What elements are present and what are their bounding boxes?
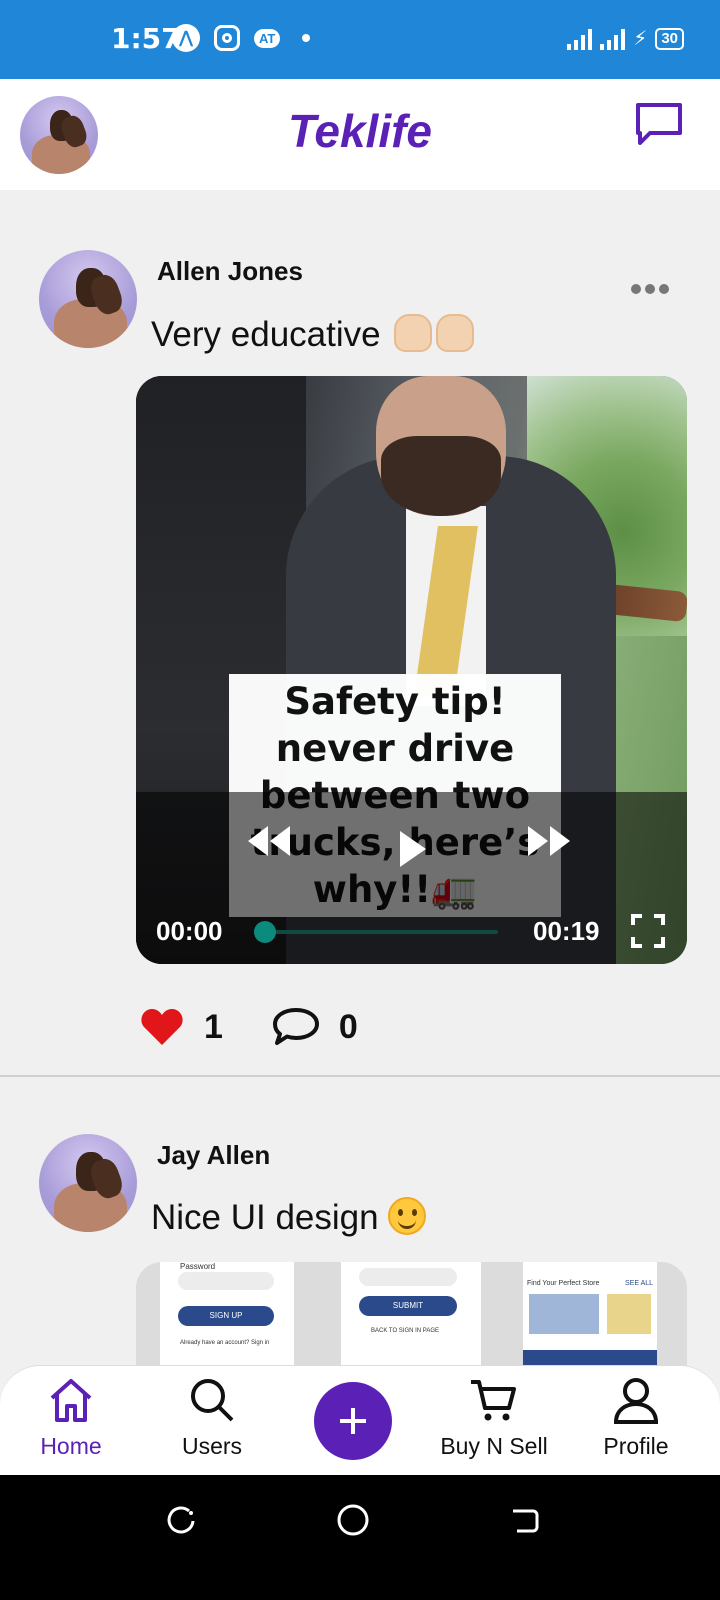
feed: Allen Jones Very educative Safety tip! n…	[0, 190, 720, 1377]
app-notification-icon: ⋀	[172, 24, 200, 52]
cart-icon	[471, 1380, 516, 1421]
video-current-time: 00:00	[156, 916, 223, 946]
preview-button: SIGN UP	[178, 1306, 274, 1326]
post-author[interactable]: Jay Allen	[157, 1140, 270, 1171]
heart-icon[interactable]	[140, 1007, 184, 1047]
video-player[interactable]: Safety tip! never drive between two truc…	[136, 376, 687, 964]
recent-apps-icon[interactable]	[165, 1505, 197, 1537]
thumbs-up-emoji	[390, 314, 475, 354]
nav-label: Buy N Sell	[440, 1433, 548, 1459]
preview-button: SUBMIT	[359, 1296, 457, 1316]
signal-icon-2	[600, 28, 626, 50]
home-icon	[50, 1379, 92, 1422]
post-author[interactable]: Allen Jones	[157, 256, 303, 287]
video-total-time: 00:19	[533, 916, 600, 946]
post-author-avatar[interactable]	[39, 250, 137, 348]
nav-buy-n-sell[interactable]: Buy N Sell	[424, 1376, 564, 1460]
rewind-icon[interactable]	[244, 824, 294, 858]
nav-label: Profile	[603, 1433, 669, 1459]
app-title: Teklife	[287, 105, 433, 157]
charging-icon: ⚡	[633, 28, 648, 50]
status-bar: 1:57 ⋀ AT ⚡ 30	[0, 0, 720, 79]
video-progress-handle[interactable]	[254, 921, 276, 943]
status-time: 1:57	[111, 22, 181, 55]
preview-text: Already have an account? Sign in	[180, 1340, 270, 1346]
post-actions: 1 0	[140, 1006, 358, 1048]
post-text: Nice UI design	[151, 1197, 427, 1238]
notification-badge-icon: AT	[254, 28, 281, 48]
system-navigation-bar	[0, 1475, 720, 1600]
post-text-body: Very educative	[151, 315, 381, 354]
more-options-icon[interactable]	[631, 284, 669, 294]
fullscreen-icon[interactable]	[631, 914, 665, 948]
post-author-avatar[interactable]	[39, 1134, 137, 1232]
preview-text: BACK TO SIGN IN PAGE	[371, 1328, 440, 1334]
more-notifications-dot-icon	[302, 34, 311, 42]
play-icon[interactable]	[398, 829, 428, 869]
search-icon	[191, 1379, 234, 1422]
person-icon	[613, 1378, 659, 1424]
nav-profile[interactable]: Profile	[566, 1376, 706, 1460]
nav-home[interactable]: Home	[1, 1376, 141, 1460]
nav-users[interactable]: Users	[142, 1376, 282, 1460]
post-text: Very educative	[151, 314, 475, 355]
create-post-button[interactable]	[314, 1382, 392, 1460]
preview-text: Find Your Perfect Store	[527, 1280, 600, 1287]
comment-count: 0	[338, 1007, 358, 1046]
back-icon[interactable]	[509, 1505, 541, 1537]
battery-icon: 30	[655, 28, 684, 50]
post-card: Allen Jones Very educative Safety tip! n…	[0, 190, 720, 1077]
chat-bubble-icon[interactable]	[634, 101, 684, 147]
nav-label: Home	[40, 1433, 102, 1459]
video-progress-track[interactable]	[266, 930, 498, 934]
comment-icon[interactable]	[271, 1006, 321, 1048]
plus-icon	[340, 1408, 366, 1434]
preview-text: Password	[180, 1262, 216, 1271]
fast-forward-icon[interactable]	[524, 824, 574, 858]
app-header: Teklife	[0, 79, 720, 190]
signal-icon	[567, 28, 593, 50]
instagram-icon	[214, 25, 240, 51]
like-count: 1	[204, 1007, 223, 1046]
home-button-icon[interactable]	[336, 1503, 370, 1537]
smile-emoji	[388, 1197, 427, 1235]
status-notification-icons: ⋀ AT	[172, 24, 311, 52]
preview-text: SEE ALL	[625, 1280, 654, 1287]
bottom-navigation: Home Users Buy N Sell Profile	[0, 1365, 720, 1475]
post-text-body: Nice UI design	[151, 1198, 379, 1237]
nav-label: Users	[181, 1433, 243, 1459]
status-system-icons: ⚡ 30	[567, 28, 684, 50]
